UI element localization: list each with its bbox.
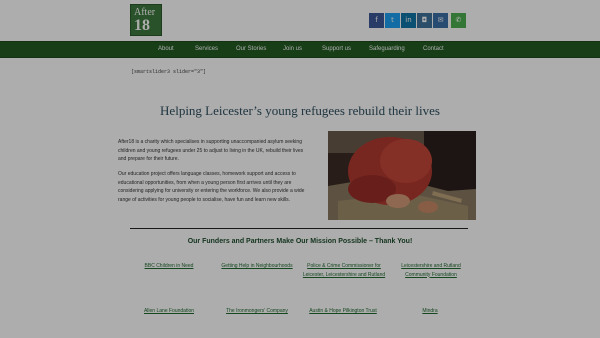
page: After 18 f t in ◘ ✉ ✆ About Services Our… — [0, 0, 600, 338]
dim-overlay[interactable] — [0, 0, 600, 338]
